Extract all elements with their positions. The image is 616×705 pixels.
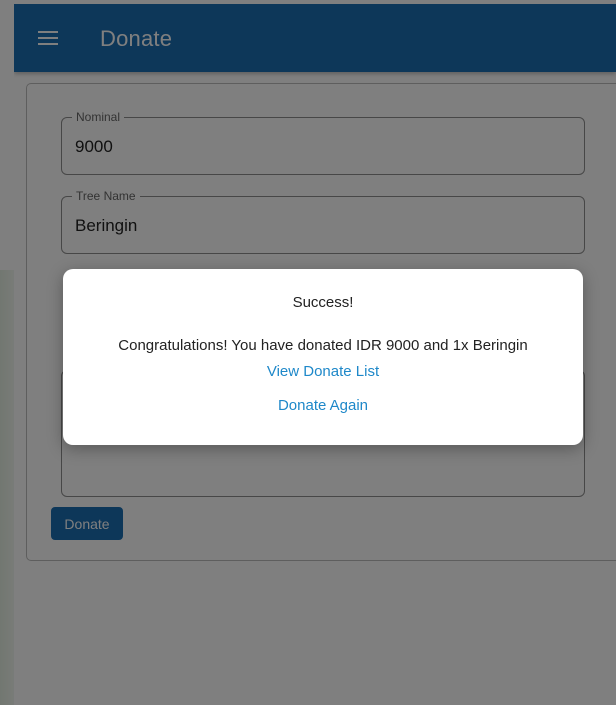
dialog-title: Success! xyxy=(292,294,354,311)
dialog-message: Congratulations! You have donated IDR 90… xyxy=(118,337,528,354)
success-dialog: Success! Congratulations! You have donat… xyxy=(63,269,583,445)
view-donate-list-link[interactable]: View Donate List xyxy=(63,363,583,380)
donate-again-link[interactable]: Donate Again xyxy=(63,397,583,414)
